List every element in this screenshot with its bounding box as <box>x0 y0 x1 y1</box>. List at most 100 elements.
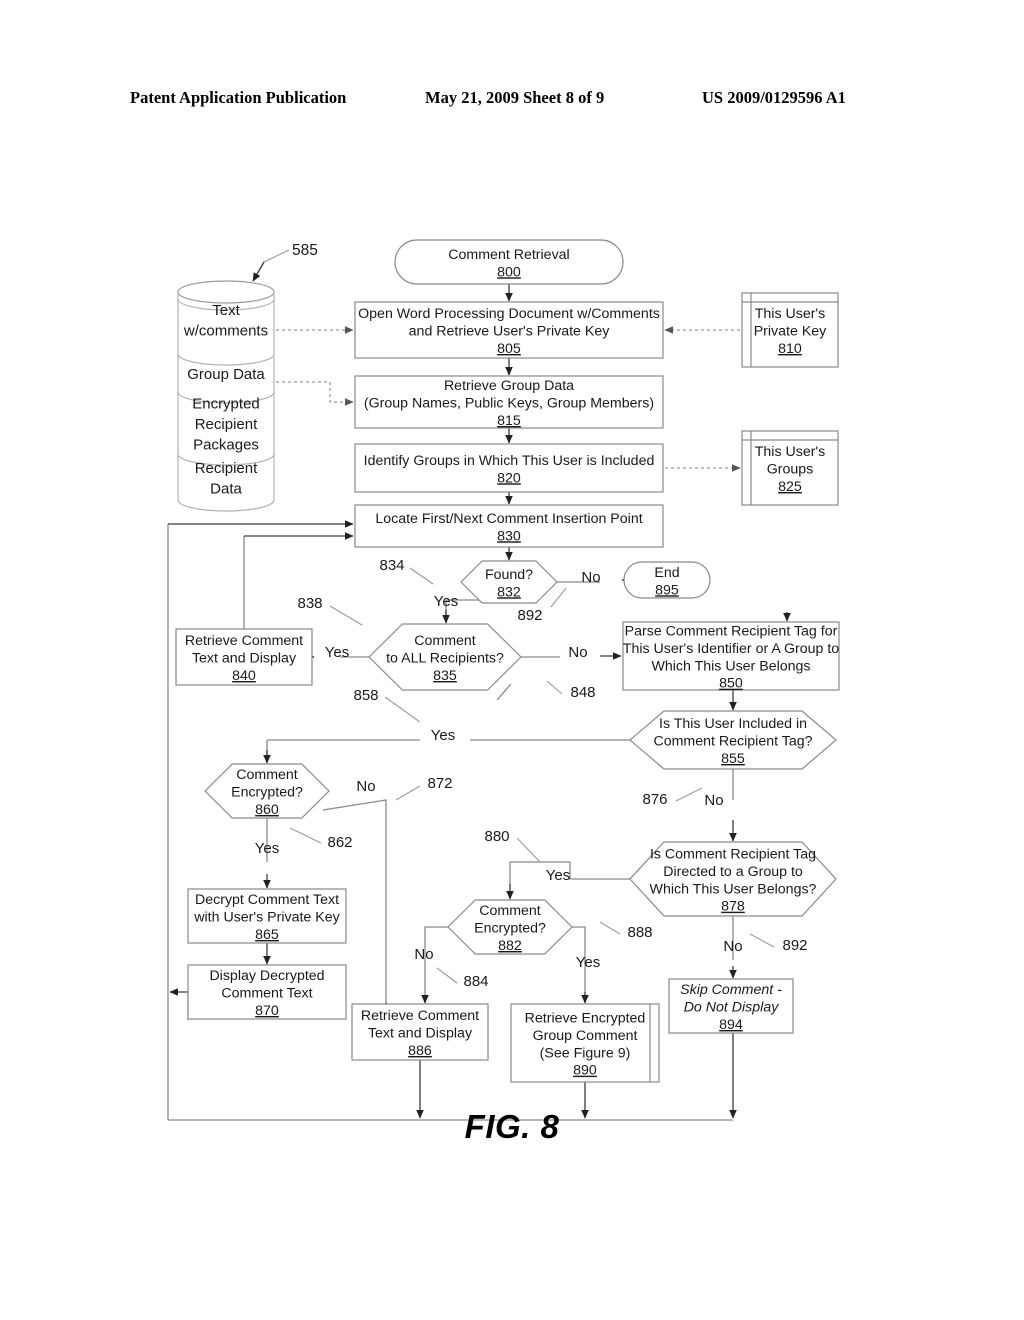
edge-label-e892b: 892 <box>782 937 807 954</box>
line-835-yes2-stub <box>266 683 512 755</box>
node-label: to ALL Recipients? <box>386 651 504 667</box>
branch-no-835: No <box>568 644 587 661</box>
node-870: Display Decrypted Comment Text870 <box>187 964 347 1020</box>
node-ref: 855 <box>721 751 745 767</box>
node-label: Is This User Included in <box>659 716 807 732</box>
node-ref: 870 <box>255 1003 279 1019</box>
datastore-label: Group Data <box>187 366 265 383</box>
node-label: (Group Names, Public Keys, Group Members… <box>364 396 654 412</box>
leader-880 <box>516 837 541 863</box>
node-label: Comment <box>479 903 541 919</box>
branch-no-878: No <box>723 938 742 955</box>
leader-872 <box>395 785 421 801</box>
edge-label-e862: 862 <box>327 834 352 851</box>
leader-848 <box>546 680 563 695</box>
node-label: Found? <box>485 567 533 583</box>
leader-884 <box>436 967 458 984</box>
node-label: Is Comment Recipient Tag <box>650 847 816 863</box>
node-890: Retrieve EncryptedGroup Comment(See Figu… <box>510 1003 660 1083</box>
edge-label-e876: 876 <box>642 791 667 808</box>
node-ref: 800 <box>497 264 521 280</box>
cylinder-top <box>177 280 275 304</box>
node-label: with User's Private Key <box>193 910 340 926</box>
branch-yes-835: Yes <box>325 644 349 661</box>
edge-label-e848: 848 <box>570 684 595 701</box>
node-label: Parse Comment Recipient Tag for <box>625 624 838 640</box>
node-ref: 840 <box>232 668 256 684</box>
node-805: Open Word Processing Document w/Comments… <box>354 301 664 359</box>
node-label: Skip Comment - <box>680 982 782 998</box>
node-label: This User's <box>755 444 826 460</box>
node-label: End <box>654 565 679 581</box>
node-ref: 894 <box>719 1017 743 1033</box>
node-894: Skip Comment - Do Not Display894 <box>668 978 794 1034</box>
leader-862 <box>289 827 322 844</box>
node-label: Retrieve Encrypted <box>525 1011 646 1027</box>
node-label: Display Decrypted <box>209 968 324 984</box>
node-815: Retrieve Group Data (Group Names, Public … <box>354 375 664 429</box>
node-835: Comment to ALL Recipients?835 <box>368 623 522 691</box>
node-label: Comment <box>236 767 298 783</box>
edge-label-e834: 834 <box>379 557 404 574</box>
node-label: Retrieve Comment <box>361 1008 479 1024</box>
leader-858 <box>384 696 421 723</box>
node-label: Directed to a Group to <box>663 864 803 880</box>
branch-yes-878: Yes <box>546 867 570 884</box>
node-810: This User's Private Key810 <box>741 292 839 368</box>
node-ref: 832 <box>497 584 521 600</box>
node-label: Identify Groups in Which This User is In… <box>364 453 655 469</box>
node-878: Is Comment Recipient TagDirected to a Gr… <box>629 841 837 917</box>
leader-585 <box>263 249 290 263</box>
node-label: Comment Text <box>221 986 312 1002</box>
branch-yes-882: Yes <box>576 954 600 971</box>
line-882-no <box>424 926 448 1000</box>
callout-585: 585 <box>292 242 318 259</box>
leader-892a <box>550 587 567 608</box>
node-label: This User's Identifier or A Group to <box>623 641 840 657</box>
node-label: Retrieve Comment <box>185 633 303 649</box>
node-825: This User's Groups825 <box>741 430 839 506</box>
node-label: and Retrieve User's Private Key <box>409 324 611 340</box>
branch-yes-832: Yes <box>434 593 458 610</box>
node-840: Retrieve Comment Text and Display840 <box>175 628 313 686</box>
branch-no-832: No <box>581 569 600 586</box>
node-ref: 878 <box>721 899 745 915</box>
node-ref: 890 <box>573 1063 597 1079</box>
node-label: Which This User Belongs <box>651 658 810 674</box>
edge-label-e872: 872 <box>427 775 452 792</box>
node-ref: 895 <box>655 582 679 598</box>
node-label: Group Comment <box>533 1028 638 1044</box>
node-850: Parse Comment Recipient Tag forThis User… <box>622 621 840 692</box>
node-label: (See Figure 9) <box>540 1045 631 1061</box>
datastore-label: Packages <box>193 437 259 454</box>
node-label: Encrypted? <box>231 785 303 801</box>
datastore-label: Recipient <box>195 416 258 433</box>
node-ref: 805 <box>497 341 521 357</box>
node-ref: 882 <box>498 938 522 954</box>
node-label: Retrieve Group Data <box>444 378 574 394</box>
node-800: Comment Retrieval800 <box>394 239 624 285</box>
datastore-label: Data <box>210 480 242 497</box>
node-label: Locate First/Next Comment Insertion Poin… <box>375 511 642 527</box>
node-ref: 850 <box>719 676 743 692</box>
node-886: Retrieve Comment Text and Display886 <box>351 1003 489 1061</box>
datastore-label: Encrypted <box>192 396 260 413</box>
node-ref: 810 <box>778 341 802 357</box>
data-store-stack: Text w/comments Group Data Encrypted Recipie… <box>177 280 275 512</box>
node-ref: 860 <box>255 802 279 818</box>
branch-no-855: No <box>704 792 723 809</box>
node-ref: 835 <box>433 668 457 684</box>
datastore-label: Text <box>212 302 240 319</box>
datastore-label: w/comments <box>183 322 268 339</box>
edge-label-e838: 838 <box>297 595 322 612</box>
datastore-label: Recipient <box>195 460 258 477</box>
branch-no-882: No <box>414 946 433 963</box>
node-ref: 825 <box>778 479 802 495</box>
node-ref: 865 <box>255 927 279 943</box>
node-label: Open Word Processing Document w/Comments <box>358 306 660 322</box>
cylinder-divider <box>177 499 275 512</box>
node-ref: 886 <box>408 1043 432 1059</box>
leader-876 <box>675 787 703 802</box>
node-ref: 830 <box>497 528 521 544</box>
edge-label-e858: 858 <box>353 687 378 704</box>
